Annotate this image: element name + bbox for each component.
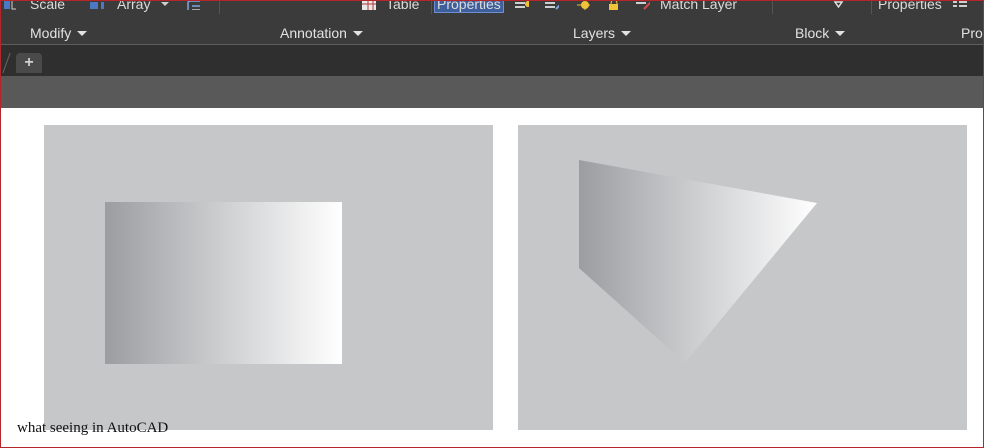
new-tab-button[interactable]: +: [16, 53, 42, 73]
caption-text: what seeing in AutoCAD: [17, 420, 169, 436]
layer-properties-button[interactable]: Properties: [434, 0, 504, 13]
properties-right-button[interactable]: Properties: [878, 0, 942, 12]
array-dropdown-icon[interactable]: [160, 0, 174, 10]
panel-layers[interactable]: Layers: [573, 24, 632, 42]
viewport-left: [44, 125, 493, 430]
panel-properties[interactable]: Pro: [961, 24, 983, 42]
layer-isolate-icon[interactable]: [576, 0, 590, 10]
scale-button[interactable]: Scale: [30, 0, 65, 12]
scale-icon[interactable]: [2, 0, 16, 10]
panel-layers-label: Layers: [573, 25, 616, 41]
panel-modify-label: Modify: [30, 25, 72, 41]
panel-block[interactable]: Block: [795, 24, 846, 42]
match-layer-icon[interactable]: [636, 0, 650, 10]
ribbon-tools-row: Scale Array Table Properties Match Layer…: [0, 0, 984, 14]
layer-lock-icon[interactable]: [606, 0, 620, 10]
panel-block-label: Block: [795, 25, 830, 41]
list-icon[interactable]: [953, 0, 967, 10]
file-tab-bar: +: [0, 45, 984, 76]
panel-separator: [871, 0, 872, 14]
chevron-down-icon: [77, 30, 88, 36]
layer-state-icon[interactable]: [515, 0, 529, 10]
panel-separator: [219, 0, 220, 14]
block-insert-icon[interactable]: [832, 0, 846, 10]
array-icon[interactable]: [90, 0, 104, 10]
gradient-quadrilateral: [579, 160, 817, 363]
chevron-down-icon: [621, 30, 632, 36]
panel-properties-label: Pro: [961, 25, 983, 41]
match-layer-button[interactable]: Match Layer: [660, 0, 737, 12]
panel-annotation[interactable]: Annotation: [280, 24, 363, 42]
layer-match-icon[interactable]: [545, 0, 559, 10]
table-icon[interactable]: [362, 0, 376, 10]
chevron-down-icon: [352, 30, 363, 36]
panel-modify[interactable]: Modify: [30, 24, 88, 42]
ribbon: Scale Array Table Properties Match Layer…: [0, 0, 984, 45]
chevron-down-icon: [835, 30, 846, 36]
gradient-rectangle: [105, 202, 342, 364]
table-button[interactable]: Table: [386, 0, 419, 12]
panel-separator: [772, 0, 773, 14]
drawing-header-band: [0, 76, 984, 108]
panel-annotation-label: Annotation: [280, 25, 347, 41]
offset-icon[interactable]: [186, 0, 200, 10]
array-button[interactable]: Array: [117, 0, 150, 12]
gradient-quadrilateral-canvas: [579, 160, 817, 363]
panel-separator: [431, 0, 432, 14]
viewport-right: [518, 125, 967, 430]
